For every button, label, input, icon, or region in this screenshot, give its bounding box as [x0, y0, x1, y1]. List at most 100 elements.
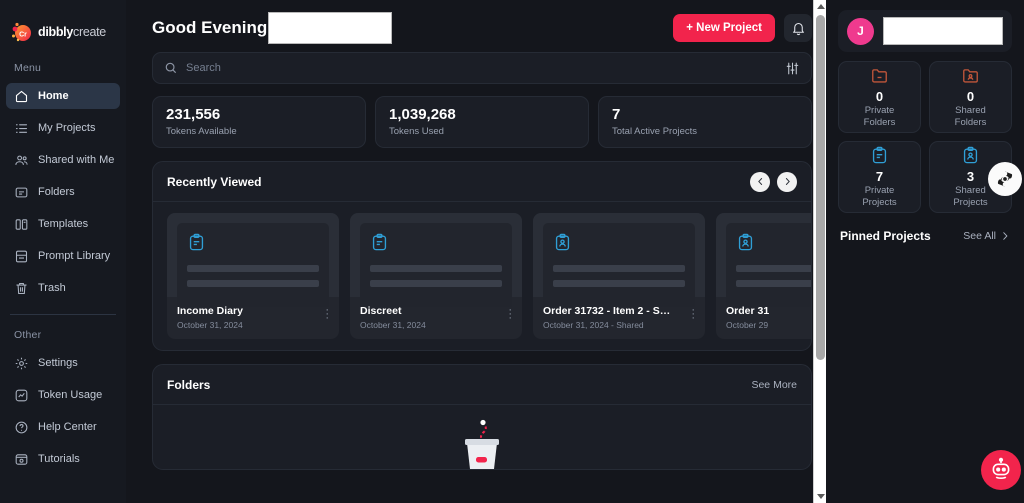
- tile-label-line1: Shared: [955, 104, 986, 116]
- sidebar-item-tutorials[interactable]: Tutorials: [6, 446, 120, 472]
- sidebar-item-label: My Projects: [38, 122, 96, 134]
- username-redaction: [883, 17, 1003, 45]
- clipboard-icon: [372, 233, 387, 251]
- stat-label: Tokens Used: [389, 126, 444, 137]
- private-folder-icon: [872, 68, 887, 83]
- username-redaction: [267, 12, 392, 44]
- card-menu-button[interactable]: · · ·: [691, 305, 695, 324]
- sidebar-item-label: Templates: [38, 218, 89, 230]
- sidebar-item-templates[interactable]: Templates: [6, 211, 120, 237]
- tile-label-line2: Folders: [954, 116, 987, 128]
- book-icon: [15, 250, 28, 262]
- sidebar-item-label: Trash: [38, 282, 66, 294]
- search-input[interactable]: [186, 62, 777, 74]
- top-bar: Good Evening, + New Project: [152, 0, 812, 50]
- sliders-icon[interactable]: [785, 61, 800, 76]
- shared-project-icon: [963, 146, 978, 163]
- gear-icon: [15, 357, 28, 369]
- stats-row: 231,556 Tokens Available 1,039,268 Token…: [152, 96, 812, 148]
- tile-shared-folders[interactable]: 0 Shared Folders: [929, 61, 1012, 133]
- new-project-button[interactable]: + New Project: [673, 14, 775, 42]
- carousel-next-button[interactable]: [777, 171, 797, 192]
- sidebar-item-label: Settings: [38, 357, 78, 369]
- project-card[interactable]: Order 31 October 29: [716, 213, 811, 339]
- sidebar-item-label: Shared with Me: [38, 154, 115, 166]
- brand-name-light: create: [73, 25, 106, 39]
- clipboard-user-icon: [738, 233, 753, 251]
- sidebar-item-folders[interactable]: Folders: [6, 179, 120, 205]
- section-title: Folders: [167, 377, 211, 392]
- tile-value: 7: [875, 168, 884, 184]
- chevron-left-icon: [757, 178, 762, 185]
- project-card[interactable]: Order 31732 - Item 2 - Se... October 31,…: [533, 213, 705, 339]
- project-date: October 31, 2024 - Shared: [543, 320, 644, 330]
- summary-tiles: 0 Private Folders 0 Shared Folders 7 Priva…: [838, 61, 1012, 213]
- recently-viewed-header: Recently Viewed: [153, 162, 811, 202]
- user-profile-box[interactable]: J: [838, 10, 1012, 52]
- card-menu-button[interactable]: · · ·: [508, 305, 512, 324]
- tile-private-folders[interactable]: 0 Private Folders: [838, 61, 921, 133]
- stat-label: Tokens Available: [166, 126, 237, 137]
- notifications-button[interactable]: [784, 14, 812, 42]
- robot-assistant-icon: [992, 457, 1010, 479]
- project-card[interactable]: Discreet October 31, 2024 · · ·: [350, 213, 522, 339]
- sidebar-item-trash[interactable]: Trash: [6, 275, 120, 301]
- card-thumbnail: [533, 213, 705, 307]
- sidebar-item-settings[interactable]: Settings: [6, 350, 120, 376]
- search-icon: [165, 62, 177, 74]
- tile-label-line1: Shared: [955, 184, 986, 196]
- stat-value: 1,039,268: [389, 106, 456, 123]
- see-all-link[interactable]: See All: [963, 230, 996, 242]
- card-menu-button[interactable]: · · ·: [325, 305, 329, 324]
- folders-header: Folders See More: [153, 365, 811, 405]
- scrollbar-thumb[interactable]: [816, 15, 825, 360]
- trash-icon: [16, 282, 27, 294]
- folder-icon: [15, 187, 28, 197]
- project-card-list: Income Diary October 31, 2024 · · · Discre…: [153, 202, 811, 350]
- assistant-floating-button[interactable]: [981, 450, 1021, 490]
- sidebar-item-help-center[interactable]: Help Center: [6, 414, 120, 440]
- stat-label: Total Active Projects: [612, 126, 698, 137]
- bell-icon: [792, 22, 804, 35]
- see-more-link[interactable]: See More: [751, 379, 797, 391]
- tile-private-projects[interactable]: 7 Private Projects: [838, 141, 921, 213]
- carousel-prev-button[interactable]: [750, 171, 770, 192]
- card-thumbnail: [167, 213, 339, 307]
- sidebar-item-home[interactable]: Home: [6, 83, 120, 109]
- tile-label-line2: Projects: [953, 196, 988, 208]
- home-icon: [15, 90, 28, 102]
- sidebar-item-token-usage[interactable]: Token Usage: [6, 382, 120, 408]
- tile-value: 3: [966, 168, 975, 184]
- sidebar-item-shared-with-me[interactable]: Shared with Me: [6, 147, 120, 173]
- tile-value: 0: [875, 88, 884, 104]
- clipboard-user-icon: [555, 233, 570, 251]
- sidebar-item-label: Prompt Library: [38, 250, 111, 262]
- right-panel: J 0 Private Folders 0 Shared Folders 7 Pri…: [826, 0, 1024, 503]
- left-sidebar: Cr dibblycreate Menu Home My Projects Sh…: [0, 0, 126, 503]
- avatar[interactable]: J: [847, 17, 874, 45]
- tile-label-line1: Private: [864, 104, 895, 116]
- pinwheel-floating-button[interactable]: [988, 162, 1022, 196]
- video-icon: [15, 453, 28, 465]
- sidebar-item-label: Help Center: [38, 421, 97, 433]
- sidebar-item-label: Home: [38, 90, 69, 102]
- folders-empty-state: [153, 405, 811, 469]
- project-name: Order 31732 - Item 2 - Se...: [543, 305, 671, 317]
- list-icon: [15, 123, 28, 133]
- project-date: October 31, 2024: [360, 320, 426, 330]
- search-bar[interactable]: [152, 52, 812, 84]
- sidebar-item-prompt-library[interactable]: Prompt Library: [6, 243, 120, 269]
- main-content: Good Evening, + New Project 231,556 Toke…: [126, 0, 826, 503]
- project-card[interactable]: Income Diary October 31, 2024 · · ·: [167, 213, 339, 339]
- svg-text:Cr: Cr: [19, 32, 27, 39]
- project-name: Discreet: [360, 305, 402, 317]
- stat-value: 231,556: [166, 106, 221, 123]
- shared-folder-icon: [963, 68, 978, 83]
- brand-logo[interactable]: Cr dibblycreate: [0, 0, 126, 48]
- sidebar-item-my-projects[interactable]: My Projects: [6, 115, 120, 141]
- brand-name-bold: dibbly: [38, 25, 74, 39]
- stat-value: 7: [612, 106, 621, 123]
- chevron-right-icon[interactable]: [1000, 231, 1010, 241]
- question-icon: [15, 421, 28, 433]
- main-scrollbar[interactable]: [813, 0, 826, 503]
